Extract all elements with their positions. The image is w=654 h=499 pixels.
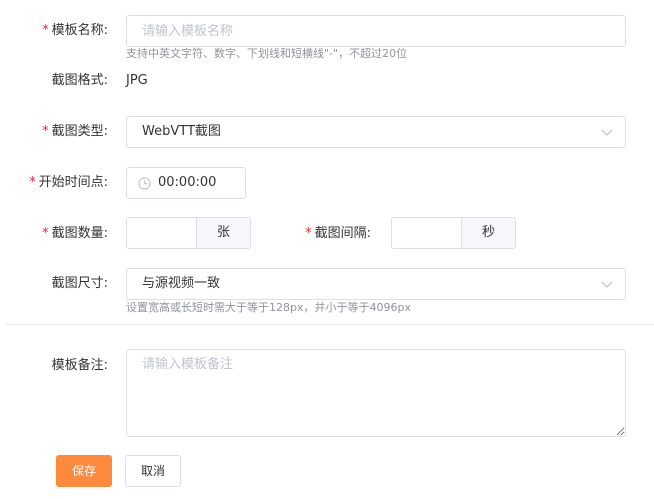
shot-interval-label: * 截图间隔: [236, 226, 371, 242]
required-mark: * [42, 226, 49, 241]
chevron-down-icon [601, 129, 613, 136]
template-name-label-text: 模板名称: [51, 23, 108, 38]
screenshot-template-form: *模板名称: 支持中英文字符、数字、下划线和短横线"-"，不超过20位 截图格式… [0, 0, 654, 499]
shot-count-label: * 截图数量: [0, 226, 108, 242]
start-time-value: 00:00:00 [158, 175, 217, 190]
remark-label: 模板备注: [51, 358, 108, 373]
cancel-button[interactable]: 取消 [125, 455, 181, 487]
shot-count-input[interactable] [127, 218, 197, 248]
required-mark: * [305, 226, 312, 241]
chevron-down-icon [601, 281, 613, 288]
shot-interval-group: 秒 [391, 217, 516, 249]
section-divider [6, 324, 654, 325]
format-value: JPG [126, 73, 148, 88]
start-time-label-text: 开始时间点: [38, 175, 108, 190]
shot-count-group: 张 [126, 217, 251, 249]
shot-count-label-text: 截图数量: [51, 226, 108, 241]
save-button[interactable]: 保存 [56, 455, 112, 487]
remark-textarea[interactable] [126, 349, 626, 437]
required-mark: * [29, 175, 36, 190]
start-time-picker[interactable]: 00:00:00 [126, 167, 246, 199]
required-mark: * [42, 23, 49, 38]
shot-interval-label-text: 截图间隔: [314, 226, 371, 241]
template-name-label: * 模板名称: [0, 23, 108, 39]
shot-interval-unit: 秒 [461, 218, 515, 248]
required-mark: * [42, 124, 49, 139]
shot-interval-input[interactable] [392, 218, 462, 248]
shot-size-label: 截图尺寸: [51, 276, 108, 291]
shot-type-selected-value: WebVTT截图 [142, 124, 221, 139]
template-name-input[interactable] [126, 15, 626, 47]
shot-size-hint: 设置宽高或长短时需大于等于128px，并小于等于4096px [126, 301, 411, 314]
shot-size-select[interactable]: 与源视频一致 [126, 268, 626, 300]
shot-type-label-text: 截图类型: [51, 124, 108, 139]
shot-size-selected-value: 与源视频一致 [142, 276, 221, 291]
start-time-label: * 开始时间点: [0, 175, 108, 191]
shot-type-select[interactable]: WebVTT截图 [126, 116, 626, 148]
clock-icon [138, 177, 151, 190]
shot-type-label: * 截图类型: [0, 124, 108, 140]
template-name-hint: 支持中英文字符、数字、下划线和短横线"-"，不超过20位 [126, 47, 408, 60]
format-label: 截图格式: [51, 73, 108, 88]
